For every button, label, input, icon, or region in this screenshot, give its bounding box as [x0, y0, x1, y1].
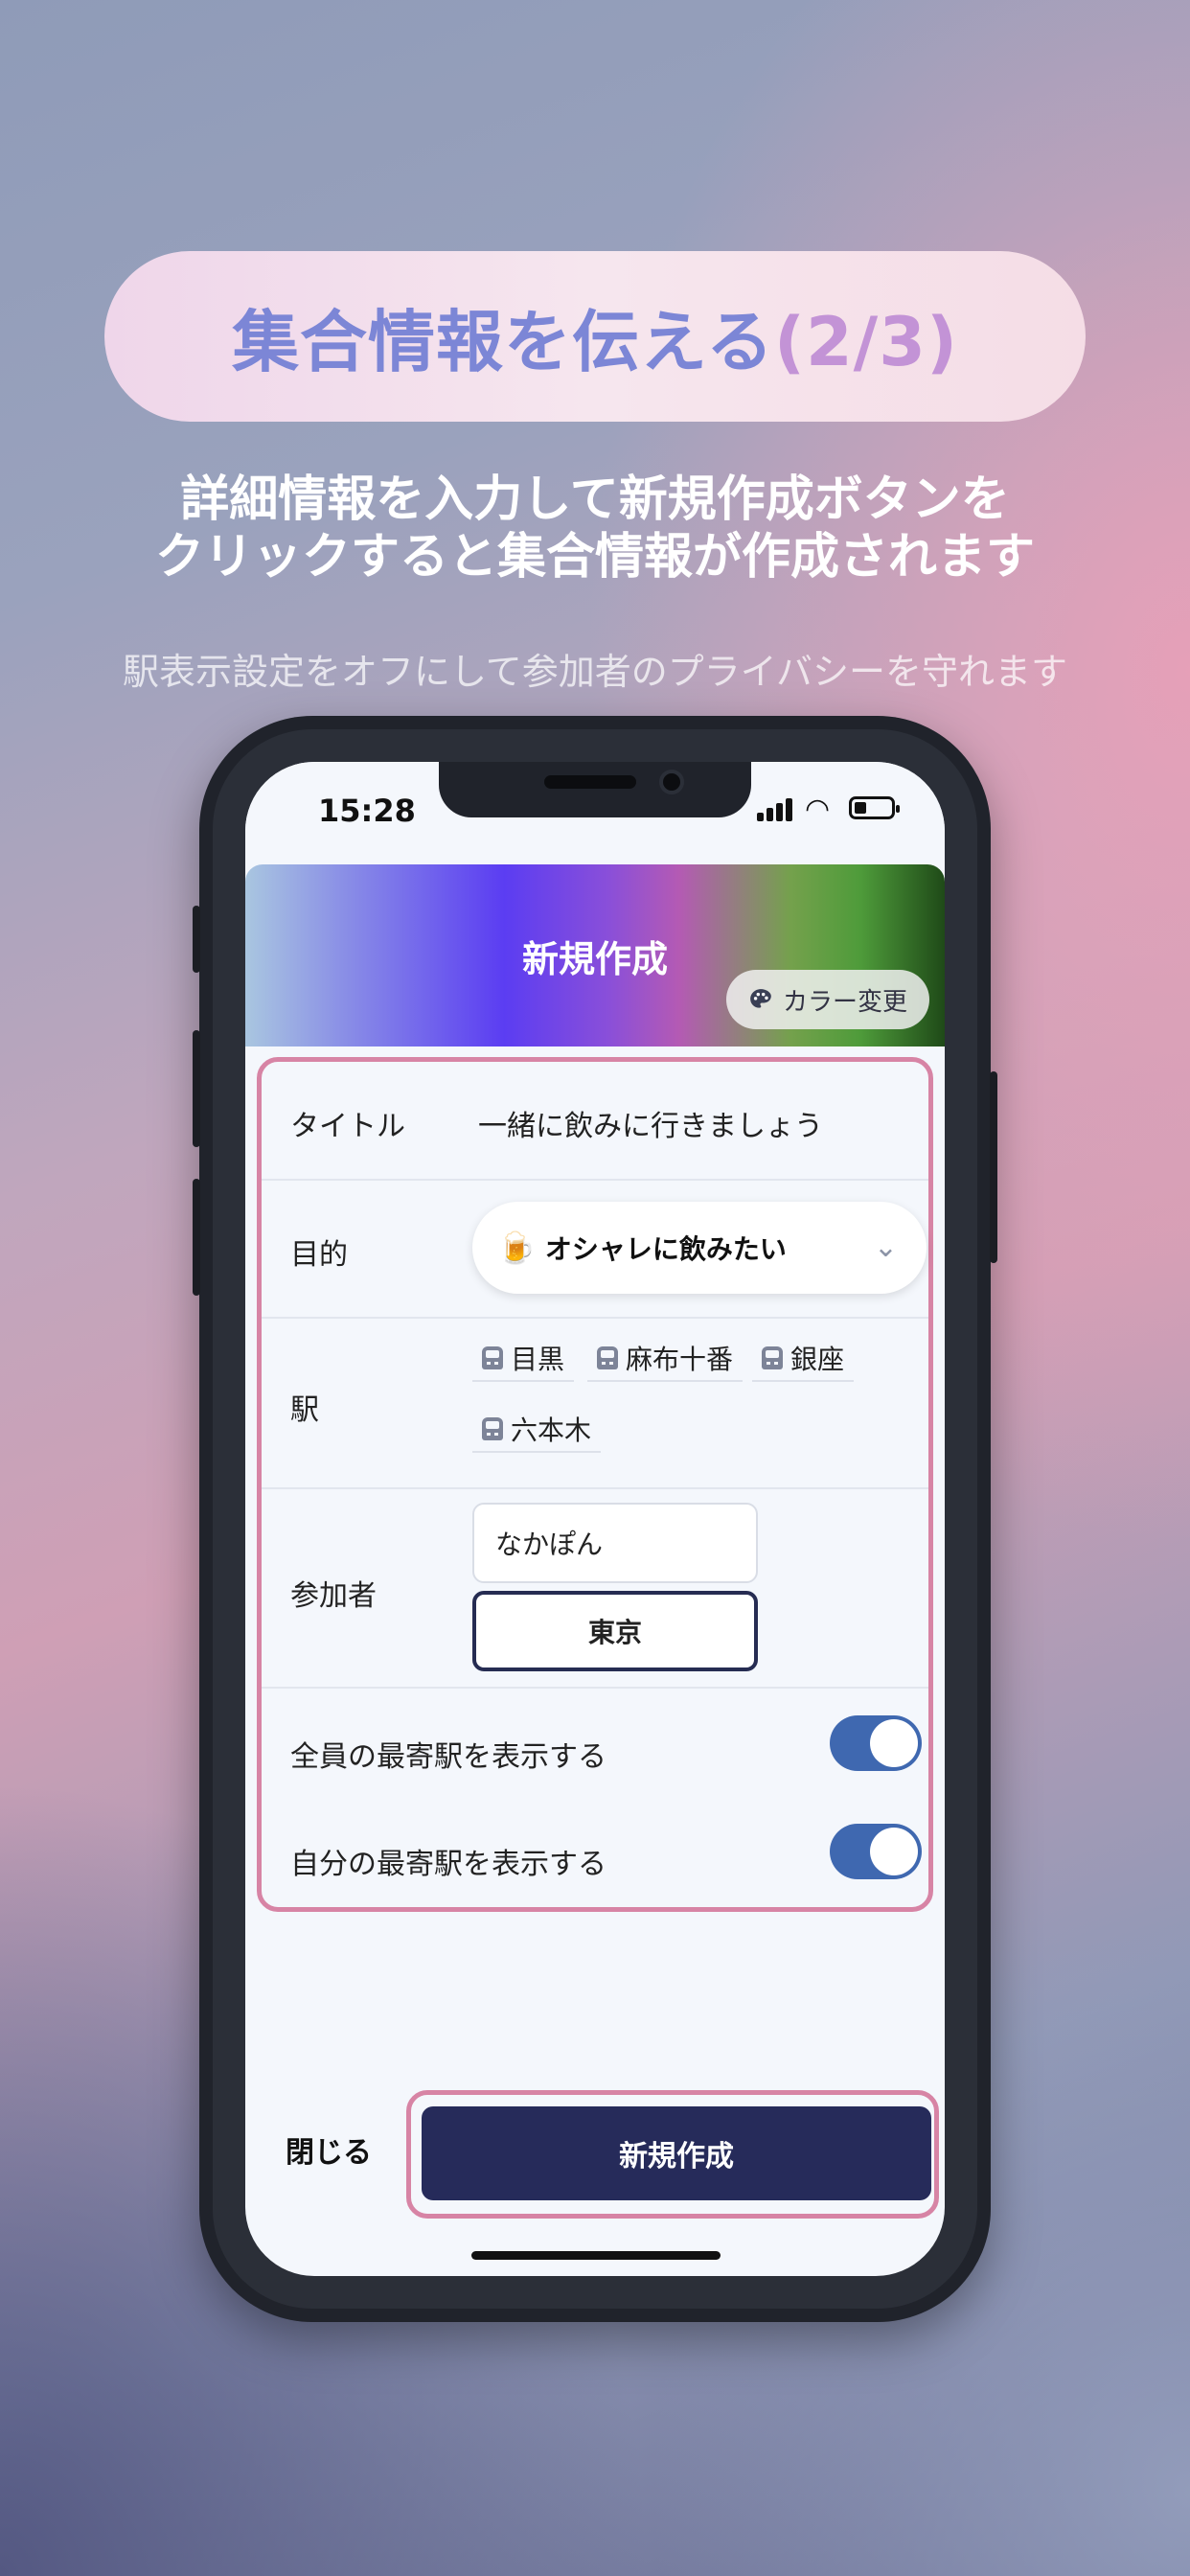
battery-icon [849, 796, 900, 819]
station-chip[interactable]: 銀座 [752, 1336, 855, 1382]
speaker-grille [544, 775, 636, 789]
form-row-title: タイトル 一緒に飲みに行きましょう [262, 1062, 928, 1181]
color-change-button[interactable]: カラー変更 [726, 970, 929, 1029]
signal-icon [757, 796, 795, 821]
volume-up-button [193, 1030, 200, 1147]
toggle-self-label: 自分の最寄駅を表示する [290, 1848, 606, 1881]
train-icon [597, 1346, 618, 1369]
title-field[interactable]: 一緒に飲みに行きましょう [478, 1102, 823, 1144]
close-button[interactable]: 閉じる [286, 2128, 372, 2171]
form-row-participants: 参加者 なかぽん 東京 [262, 1489, 928, 1689]
front-camera [659, 770, 684, 794]
wifi-icon: ◠ [805, 793, 831, 826]
train-icon [762, 1346, 783, 1369]
color-change-label: カラー変更 [782, 987, 907, 1017]
palette-icon [750, 989, 771, 1008]
subheadline-line-2: クリックすると集合情報が作成されます [154, 529, 1035, 586]
toggle-own-station[interactable] [830, 1824, 922, 1879]
train-icon [482, 1346, 503, 1369]
chevron-down-icon: ⌄ [873, 1230, 898, 1264]
modal-header: 新規作成 カラー変更 [245, 864, 945, 1046]
create-button[interactable]: 新規作成 [422, 2106, 931, 2200]
privacy-note: 駅表示設定をオフにして参加者のプライバシーを守れます [122, 651, 1068, 693]
title-label: タイトル [290, 1110, 405, 1143]
mute-switch [193, 906, 200, 973]
toggle-all-label: 全員の最寄駅を表示する [290, 1740, 606, 1774]
toggle-knob [870, 1719, 918, 1767]
subheadline-line-1: 詳細情報を入力して新規作成ボタンを [180, 472, 1010, 528]
train-icon [482, 1417, 503, 1440]
station-label: 駅 [290, 1393, 319, 1427]
participants-label: 参加者 [290, 1579, 377, 1613]
purpose-select[interactable]: 🍺 オシャレに飲みたい ⌄ [472, 1202, 927, 1294]
station-chip[interactable]: 麻布十番 [587, 1336, 744, 1382]
beer-icon: 🍺 [497, 1230, 536, 1266]
purpose-label: 目的 [290, 1238, 348, 1272]
home-indicator [471, 2251, 721, 2260]
headline-step: (2/3) [773, 302, 958, 381]
participant-name-input[interactable]: なかぽん [472, 1503, 758, 1583]
notch [439, 762, 751, 817]
station-chip[interactable]: 六本木 [472, 1407, 602, 1453]
subheadline: 詳細情報を入力して新規作成ボタンを クリックすると集合情報が作成されます [0, 472, 1190, 586]
headline-pill: 集合情報を伝える(2/3) [104, 251, 1086, 422]
form-row-station: 駅 目黒 麻布十番 銀座 六本木 [262, 1319, 928, 1489]
participant-station-field[interactable]: 東京 [472, 1591, 758, 1671]
volume-down-button [193, 1179, 200, 1296]
station-chip-label: 銀座 [790, 1344, 845, 1375]
headline-main: 集合情報を伝える [232, 302, 774, 381]
form-row-purpose: 目的 🍺 オシャレに飲みたい ⌄ [262, 1181, 928, 1319]
form-highlight-frame: タイトル 一緒に飲みに行きましょう 目的 🍺 オシャレに飲みたい ⌄ 駅 目黒 … [257, 1057, 933, 1912]
toggle-all-stations[interactable] [830, 1715, 922, 1771]
purpose-selected-value: オシャレに飲みたい [544, 1233, 787, 1265]
station-chip-label: 目黒 [511, 1344, 565, 1375]
station-chip-label: 六本木 [511, 1414, 592, 1446]
station-chip[interactable]: 目黒 [472, 1336, 575, 1382]
status-time: 15:28 [318, 793, 416, 829]
station-chip-label: 麻布十番 [626, 1344, 734, 1375]
power-button [990, 1071, 997, 1263]
toggle-knob [870, 1828, 918, 1875]
headline-title: 集合情報を伝える(2/3) [232, 288, 958, 385]
phone-screen: 15:28 ◠ 新規作成 カラー変更 タイトル 一緒に飲みに行きましょう 目的 … [245, 762, 945, 2276]
